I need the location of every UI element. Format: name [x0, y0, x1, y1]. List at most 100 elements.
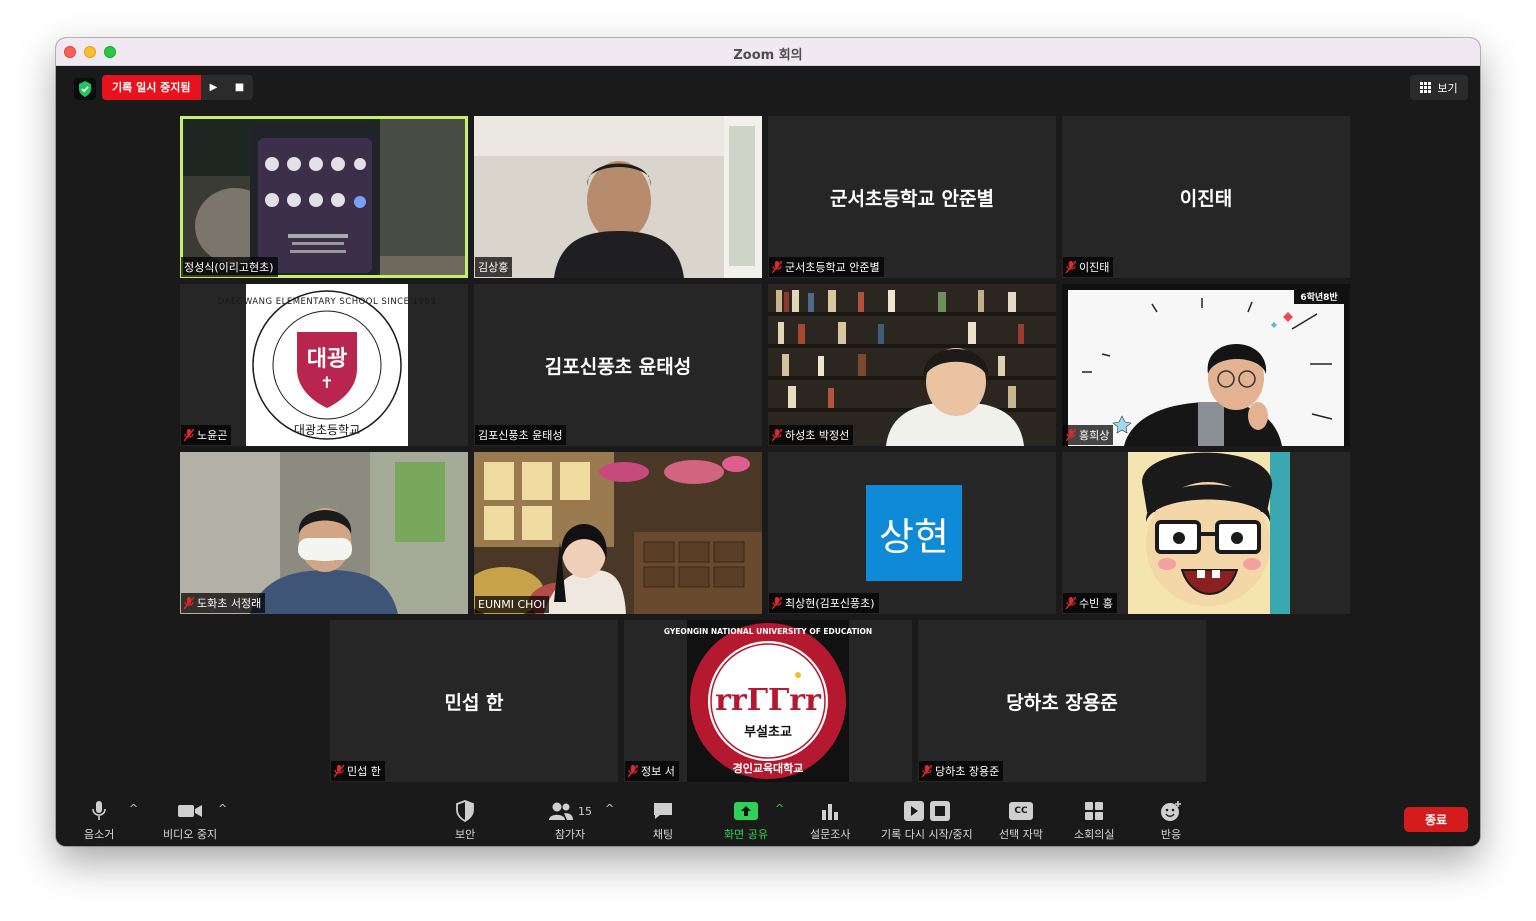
end-meeting-button[interactable]: 종료 [1404, 807, 1468, 832]
polls-button[interactable]: 설문조사 [810, 798, 850, 842]
video-tile-11[interactable]: 상현 최상현(김포신풍초) [768, 452, 1056, 614]
participants-label: 참가자 [554, 828, 586, 841]
encryption-shield-icon[interactable] [74, 78, 96, 100]
share-screen-button[interactable]: 화면 공유 [724, 798, 768, 842]
title-bar: Zoom 회의 [56, 38, 1480, 66]
mic-muted-icon [922, 765, 932, 777]
participant-name-tag: 수빈 홍 [1063, 593, 1117, 613]
participant-name-tag: 홍희상 [1063, 425, 1114, 445]
video-tile-10[interactable]: EUNMI CHOI [474, 452, 762, 614]
video-tile-1[interactable]: 정성식(이리고현초) [180, 116, 468, 278]
video-tile-4[interactable]: 이진태 이진태 [1062, 116, 1350, 278]
audio-options-chevron-icon[interactable]: ^ [129, 802, 138, 815]
video-tile-15[interactable]: 당하초 장용준 당하초 장용준 [918, 620, 1206, 782]
window-title: Zoom 회의 [733, 48, 803, 63]
chat-button[interactable]: 채팅 [652, 798, 674, 842]
view-button[interactable]: 보기 [1410, 75, 1468, 100]
captions-badge: CC [1014, 806, 1028, 816]
breakout-label: 소회의실 [1074, 828, 1115, 841]
video-tile-6[interactable]: 김포신풍초 윤태성 김포신풍초 윤태성 [474, 284, 762, 446]
share-screen-icon [733, 798, 758, 824]
stop-recording-button[interactable]: ■ [226, 75, 253, 100]
video-tile-7[interactable]: 하성초 박정선 [768, 284, 1056, 446]
video-options-chevron-icon[interactable]: ^ [218, 802, 227, 815]
view-label: 보기 [1437, 81, 1458, 95]
svg-text:rrΓΓrr: rrΓΓrr [715, 683, 822, 718]
video-feed-image: 6학년8반 [1062, 284, 1350, 446]
shield-icon [455, 798, 475, 824]
participant-name-tag: 도화초 서정래 [181, 593, 266, 613]
svg-text:경인교육대학교: 경인교육대학교 [733, 761, 804, 775]
participant-name-tag: EUNMI CHOI [475, 596, 550, 613]
participant-name: 군서초등학교 안준별 [785, 261, 880, 274]
participant-name-tag: 당하초 장용준 [919, 761, 1004, 781]
video-label: 비디오 중지 [163, 828, 218, 841]
participant-name-tag: 노윤곤 [181, 425, 232, 445]
chat-bubble-icon [652, 798, 674, 824]
participant-name: 당하초 장용준 [935, 765, 1000, 778]
mic-muted-icon [1066, 597, 1076, 609]
captions-button[interactable]: CC 선택 자막 [999, 798, 1043, 842]
closed-captions-icon: CC [1008, 798, 1033, 824]
microphone-icon [91, 798, 107, 824]
mic-muted-icon [184, 429, 194, 441]
bar-chart-icon [820, 798, 840, 824]
video-tile-5[interactable]: 대광 ✝ DAEGWANG ELEMENTARY SCHOOL SINCE 19… [180, 284, 468, 446]
reactions-button[interactable]: 반응 [1160, 798, 1182, 842]
participant-name-tag: 최상현(김포신풍초) [769, 593, 879, 613]
video-feed-image [180, 116, 468, 278]
video-tile-14[interactable]: GYEONGIN NATIONAL UNIVERSITY OF EDUCATIO… [624, 620, 912, 782]
participant-name-tag: 김포신풍초 윤태성 [475, 425, 567, 445]
svg-text:GYEONGIN NATIONAL UNIVERSITY O: GYEONGIN NATIONAL UNIVERSITY OF EDUCATIO… [664, 627, 872, 636]
video-feed-image [474, 116, 762, 278]
mic-muted-icon [1066, 429, 1076, 441]
recording-paused-label: 기록 일시 중지됨 [102, 75, 201, 100]
participant-name: 수빈 홍 [1079, 597, 1113, 610]
participant-name: 도화초 서정래 [197, 597, 262, 610]
mic-muted-icon [184, 597, 194, 609]
video-feed-image [768, 284, 1056, 446]
breakout-rooms-button[interactable]: 소회의실 [1074, 798, 1114, 842]
security-button[interactable]: 보안 [455, 798, 475, 842]
mute-button[interactable]: 음소거 [84, 798, 114, 842]
video-tile-8[interactable]: 6학년8반 홍희상 [1062, 284, 1350, 446]
participant-name-tag: 정성식(이리고현초) [181, 257, 278, 277]
polls-label: 설문조사 [810, 828, 851, 841]
share-label: 화면 공유 [724, 828, 768, 841]
participant-name: 김포신풍초 윤태성 [478, 429, 563, 442]
video-tile-13[interactable]: 민섭 한 민섭 한 [330, 620, 618, 782]
university-logo-image: GYEONGIN NATIONAL UNIVERSITY OF EDUCATIO… [664, 620, 872, 782]
participants-options-chevron-icon[interactable]: ^ [605, 802, 614, 815]
video-tile-2[interactable]: 김상홍 [474, 116, 762, 278]
participant-name: 최상현(김포신풍초) [785, 597, 875, 610]
participant-name-tag: 군서초등학교 안준별 [769, 257, 884, 277]
participant-name: 홍희상 [1079, 429, 1110, 442]
meeting-stage: 기록 일시 중지됨 ▶ ■ 보기 정성식(이리고현초) 김상홍 군서초등학교 안… [56, 66, 1480, 794]
class-banner: 6학년8반 [1300, 291, 1338, 303]
participant-name: 노윤곤 [197, 429, 228, 442]
video-tile-9[interactable]: 도화초 서정래 [180, 452, 468, 614]
record-label: 기록 다시 시작/중지 [881, 828, 973, 841]
mic-muted-icon [772, 597, 782, 609]
record-button[interactable]: 기록 다시 시작/중지 [881, 798, 973, 842]
resume-recording-button[interactable]: ▶ [200, 75, 227, 100]
participant-name: 하성초 박정선 [785, 429, 850, 442]
video-tile-12[interactable]: 수빈 홍 [1062, 452, 1350, 614]
participant-display-name: 김포신풍초 윤태성 [544, 356, 692, 378]
reactions-label: 반응 [1160, 828, 1182, 841]
participants-button[interactable]: 15 참가자 [548, 798, 592, 842]
video-tile-3[interactable]: 군서초등학교 안준별 군서초등학교 안준별 [768, 116, 1056, 278]
participant-display-name: 당하초 장용준 [1006, 692, 1118, 714]
svg-text:대광초등학교: 대광초등학교 [294, 423, 360, 437]
captions-label: 선택 자막 [999, 828, 1043, 841]
svg-text:부설초교: 부설초교 [744, 725, 792, 740]
participant-name: EUNMI CHOI [478, 598, 546, 611]
participant-name: 정보 서 [641, 765, 675, 778]
participant-name: 정성식(이리고현초) [184, 261, 274, 274]
svg-text:DAEGWANG ELEMENTARY SCHOOL SIN: DAEGWANG ELEMENTARY SCHOOL SINCE 1965 [218, 297, 437, 307]
play-stop-icon [902, 798, 952, 824]
share-options-chevron-icon[interactable]: ^ [775, 802, 784, 815]
chat-label: 채팅 [652, 828, 674, 841]
stop-video-button[interactable]: 비디오 중지 [163, 798, 217, 842]
cartoon-avatar-image [1128, 452, 1290, 614]
